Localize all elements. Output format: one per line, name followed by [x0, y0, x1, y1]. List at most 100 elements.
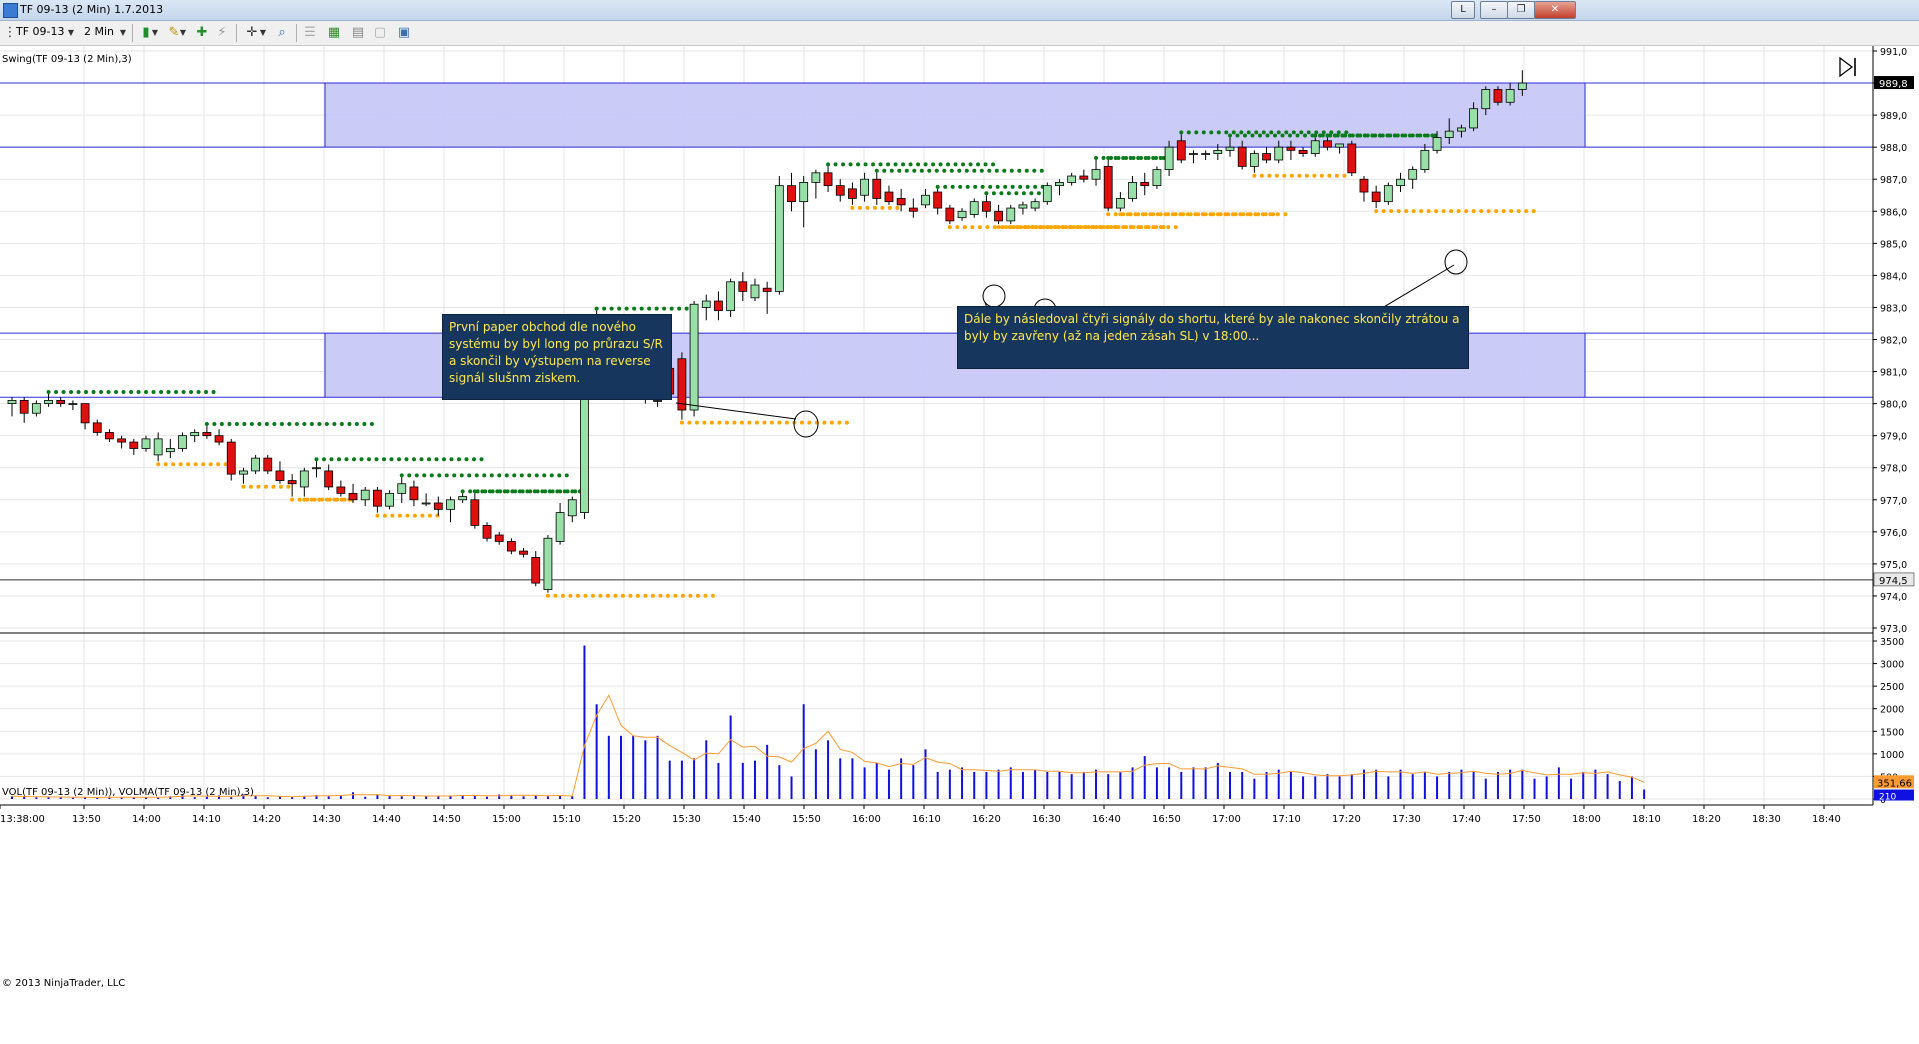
swing-high-dot — [468, 489, 473, 494]
swing-high-dot — [234, 422, 239, 427]
swing-high-dot — [1010, 184, 1015, 189]
candle-body — [1091, 169, 1101, 180]
restore-icon[interactable]: ❐ — [1507, 1, 1535, 19]
candle-body — [44, 400, 53, 405]
candle-body — [1055, 182, 1064, 187]
swing-high-dot — [1291, 130, 1296, 135]
swing-high-dot — [91, 389, 96, 394]
strategies-icon[interactable]: ⚡ — [214, 25, 230, 41]
x-tick-label: 17:30 — [1392, 814, 1421, 825]
swing-low-dot — [850, 205, 855, 210]
panel-icon[interactable]: ▣ — [396, 25, 412, 41]
indicators-icon[interactable]: ✚ — [194, 25, 210, 41]
candle-body — [31, 403, 41, 414]
swing-low-dot — [171, 462, 176, 467]
swing-high-dot — [434, 457, 439, 462]
data-box-icon[interactable]: ▦ — [326, 25, 342, 41]
link-button[interactable]: L — [1451, 1, 1475, 19]
swing-high-dot — [532, 489, 537, 494]
swing-low-dot — [1106, 225, 1111, 230]
swing-low-dot — [1268, 212, 1273, 217]
swing-high-dot — [889, 168, 894, 173]
swing-low-dot — [1381, 209, 1386, 214]
swing-high-dot — [482, 473, 487, 478]
swing-low-dot — [156, 462, 161, 467]
swing-low-dot — [837, 420, 842, 425]
copy-icon[interactable]: ▢ — [372, 25, 388, 41]
candle-body — [1201, 153, 1211, 155]
chevron-down-icon[interactable]: ▼ — [66, 25, 76, 41]
swing-high-dot — [833, 162, 838, 167]
candle-body — [165, 448, 175, 453]
swing-low-dot — [1524, 209, 1529, 214]
candle-body — [397, 483, 407, 494]
swing-high-dot — [1269, 130, 1274, 135]
swing-low-dot — [201, 462, 206, 467]
x-tick-label: 17:10 — [1272, 814, 1301, 825]
swing-low-dot — [777, 420, 782, 425]
swing-high-dot — [397, 457, 401, 462]
interval-selector[interactable]: 2 Min — [84, 25, 114, 38]
swing-low-dot — [1061, 225, 1066, 230]
x-tick-label: 17:40 — [1452, 814, 1481, 825]
chevron-down-icon[interactable]: ▼ — [118, 25, 128, 41]
swing-high-dot — [1228, 133, 1232, 138]
close-icon[interactable]: ✕ — [1534, 1, 1576, 19]
x-tick-label: 14:50 — [432, 814, 461, 825]
swing-high-dot — [1039, 168, 1044, 173]
candle-body — [933, 191, 943, 209]
swing-high-dot — [459, 473, 464, 478]
swing-low-dot — [643, 593, 648, 598]
end-of-data-icon[interactable] — [1839, 56, 1856, 78]
chevron-down-icon[interactable]: ▼ — [178, 25, 188, 41]
minimize-icon[interactable]: – — [1480, 1, 1508, 19]
swing-high-dot — [497, 473, 502, 478]
swing-low-dot — [208, 462, 213, 467]
x-tick-label: 16:40 — [1092, 814, 1121, 825]
chart-style-icon[interactable]: ▤ — [350, 25, 366, 41]
swing-low-dot — [256, 484, 261, 489]
swing-low-dot — [241, 484, 246, 489]
swing-high-dot — [1209, 130, 1214, 135]
swing-high-dot — [272, 422, 277, 427]
swing-low-dot — [1091, 225, 1096, 230]
chevron-down-icon[interactable]: ▼ — [150, 25, 160, 41]
swing-high-dot — [367, 457, 371, 462]
swing-low-dot — [1000, 225, 1005, 230]
swing-high-dot — [942, 168, 947, 173]
y-tick-label: 981,0 — [1880, 368, 1907, 379]
swing-high-dot — [919, 168, 924, 173]
volume-value-label: 210 — [1879, 793, 1896, 803]
swing-high-dot — [527, 473, 532, 478]
swing-high-dot — [995, 184, 1000, 189]
swing-high-dot — [354, 422, 359, 427]
swing-low-dot — [724, 420, 729, 425]
swing-low-dot — [1004, 225, 1009, 230]
zoom-icon[interactable]: ⌕ — [274, 25, 290, 41]
chevron-down-icon[interactable]: ▼ — [258, 25, 268, 41]
swing-low-dot — [1456, 209, 1461, 214]
swing-high-dot — [1002, 168, 1007, 173]
swing-high-dot — [352, 457, 356, 462]
swing-low-dot — [680, 593, 685, 598]
chart-area[interactable]: 13:38:00 13:50 14:00 14:10 14:20 14:30 14:40 14… — [0, 46, 1919, 1040]
swing-low-dot — [1238, 212, 1243, 217]
swing-low-dot — [605, 593, 610, 598]
swing-low-dot — [271, 484, 276, 489]
swing-high-dot — [510, 489, 515, 494]
properties-icon[interactable]: ☰ — [302, 25, 318, 41]
swing-high-dot — [916, 162, 921, 167]
swing-low-dot — [857, 205, 862, 210]
swing-high-dot — [927, 168, 932, 173]
swing-high-dot — [991, 191, 996, 196]
instrument-selector[interactable]: TF 09-13 — [16, 25, 65, 38]
swing-high-dot — [1029, 191, 1034, 196]
swing-low-dot — [695, 593, 700, 598]
swing-high-dot — [359, 457, 364, 462]
candle-body — [1128, 182, 1137, 199]
swing-high-dot — [893, 162, 898, 167]
swing-low-dot — [1113, 225, 1118, 230]
copyright-label: © 2013 NinjaTrader, LLC — [2, 978, 125, 989]
candle-body — [275, 470, 285, 481]
swing-low-dot — [947, 225, 952, 230]
